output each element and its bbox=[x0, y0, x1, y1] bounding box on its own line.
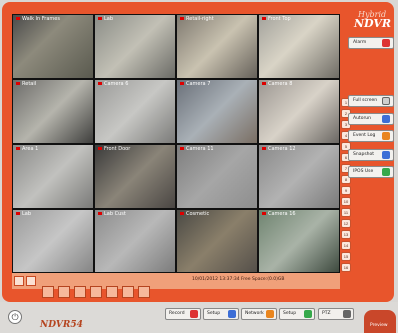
channel-button[interactable]: 13 bbox=[341, 230, 351, 239]
setup-secondary-icon bbox=[304, 310, 312, 318]
ptz-icon bbox=[343, 310, 351, 318]
setup-secondary-label: Setup bbox=[283, 311, 297, 316]
camera-label: Camera 6 bbox=[98, 81, 128, 87]
camera-tile-1[interactable]: Walk In Frames bbox=[13, 15, 93, 78]
fullscreen-label: Full screen bbox=[353, 98, 378, 103]
autorun-label: Autorun bbox=[353, 116, 372, 121]
channel-button[interactable]: 11 bbox=[341, 208, 351, 217]
camera-tile-5[interactable]: Retail bbox=[13, 80, 93, 143]
camera-tile-16[interactable]: Camera 16 bbox=[259, 210, 339, 272]
channel-button[interactable]: 9 bbox=[341, 186, 351, 195]
camera-label: Front Top bbox=[262, 16, 291, 22]
camera-label: Walk In Frames bbox=[16, 16, 60, 22]
setup-label: Setup bbox=[207, 311, 221, 316]
camera-label: Camera 7 bbox=[180, 81, 210, 87]
snapshot-button[interactable]: Snapshot bbox=[348, 149, 394, 161]
fullscreen-button[interactable]: Full screen bbox=[348, 95, 394, 107]
autorun-button[interactable]: Autorun bbox=[348, 113, 394, 125]
channel-button[interactable]: 16 bbox=[341, 263, 351, 272]
layout-1x1-button[interactable] bbox=[42, 286, 54, 298]
camera-tile-13[interactable]: Lab bbox=[13, 210, 93, 272]
brand-title: NDVR bbox=[354, 17, 392, 30]
network-label: Network bbox=[245, 311, 264, 316]
ptz-label: PTZ bbox=[322, 311, 331, 316]
camera-tile-9[interactable]: Area 1 bbox=[13, 145, 93, 208]
preview-label: Preview bbox=[370, 323, 388, 328]
camera-tile-6[interactable]: Camera 6 bbox=[95, 80, 175, 143]
alarm-button[interactable]: Alarm bbox=[348, 37, 394, 49]
main-frame: Walk In Frames Lab Retail-right Front To… bbox=[2, 2, 394, 302]
fullscreen-icon bbox=[382, 97, 390, 105]
camera-tile-11[interactable]: Camera 11 bbox=[177, 145, 257, 208]
camera-label: Camera 12 bbox=[262, 146, 296, 152]
snapshot-icon bbox=[382, 151, 390, 159]
volume-icon[interactable] bbox=[26, 276, 36, 286]
camera-tile-15[interactable]: Cosmetic bbox=[177, 210, 257, 272]
ptz-button[interactable]: PTZ bbox=[318, 308, 354, 320]
brand-logo: Hybrid NDVR bbox=[340, 10, 394, 29]
ipos-button[interactable]: IPOS Use bbox=[348, 166, 394, 178]
alarm-label: Alarm bbox=[353, 40, 367, 45]
screen-icon[interactable] bbox=[14, 276, 24, 286]
camera-label: Camera 16 bbox=[262, 211, 296, 217]
record-icon bbox=[190, 310, 198, 318]
snapshot-label: Snapshot bbox=[353, 152, 375, 157]
status-text: 10/01/2012 13:37:34 Free Space:(0.0)GB bbox=[192, 277, 285, 282]
footer-brand: NDVR54 bbox=[40, 320, 83, 330]
layout-custom-button[interactable] bbox=[138, 286, 150, 298]
eventlog-label: Event Log bbox=[353, 133, 376, 138]
autorun-icon bbox=[382, 115, 390, 123]
camera-label: Cosmetic bbox=[180, 211, 209, 217]
camera-label: Retail-right bbox=[180, 16, 214, 22]
layout-5x5-button[interactable] bbox=[106, 286, 118, 298]
camera-label: Area 1 bbox=[16, 146, 38, 152]
setup-button[interactable]: Setup bbox=[203, 308, 239, 320]
setup-icon bbox=[228, 310, 236, 318]
eventlog-button[interactable]: Event Log bbox=[348, 130, 394, 142]
camera-tile-14[interactable]: Lab Cust bbox=[95, 210, 175, 272]
camera-label: Lab bbox=[98, 16, 113, 22]
camera-label: Lab Cust bbox=[98, 211, 126, 217]
camera-tile-7[interactable]: Camera 7 bbox=[177, 80, 257, 143]
layout-2x2-button[interactable] bbox=[58, 286, 70, 298]
camera-tile-8[interactable]: Camera 8 bbox=[259, 80, 339, 143]
channel-button[interactable]: 10 bbox=[341, 197, 351, 206]
network-icon bbox=[266, 310, 274, 318]
layout-6x6-button[interactable] bbox=[122, 286, 134, 298]
eventlog-icon bbox=[382, 132, 390, 140]
camera-label: Camera 8 bbox=[262, 81, 292, 87]
camera-tile-3[interactable]: Retail-right bbox=[177, 15, 257, 78]
network-button[interactable]: Network bbox=[241, 308, 277, 320]
layout-4x4-button[interactable] bbox=[90, 286, 102, 298]
alarm-icon bbox=[382, 39, 390, 47]
channel-button[interactable]: 14 bbox=[341, 241, 351, 250]
camera-label: Front Door bbox=[98, 146, 130, 152]
record-button[interactable]: Record bbox=[165, 308, 201, 320]
preview-tab[interactable]: Preview bbox=[364, 310, 396, 333]
camera-tile-2[interactable]: Lab bbox=[95, 15, 175, 78]
channel-bar: 1 2 3 4 5 6 7 8 9 10 11 12 13 14 15 16 bbox=[341, 98, 352, 278]
bottom-toolbar: ⏻ NDVR54 Record Setup Network Setup PTZ … bbox=[0, 302, 398, 333]
layout-3x3-button[interactable] bbox=[74, 286, 86, 298]
ipos-label: IPOS Use bbox=[353, 169, 374, 174]
ipos-icon bbox=[382, 168, 390, 176]
channel-button[interactable]: 15 bbox=[341, 252, 351, 261]
camera-tile-12[interactable]: Camera 12 bbox=[259, 145, 339, 208]
camera-grid: Walk In Frames Lab Retail-right Front To… bbox=[12, 14, 340, 273]
camera-tile-10[interactable]: Front Door bbox=[95, 145, 175, 208]
record-label: Record bbox=[169, 311, 185, 316]
power-icon[interactable]: ⏻ bbox=[8, 310, 22, 324]
camera-label: Camera 11 bbox=[180, 146, 214, 152]
camera-tile-4[interactable]: Front Top bbox=[259, 15, 339, 78]
camera-label: Retail bbox=[16, 81, 36, 87]
channel-button[interactable]: 12 bbox=[341, 219, 351, 228]
camera-label: Lab bbox=[16, 211, 31, 217]
setup-secondary-button[interactable]: Setup bbox=[279, 308, 315, 320]
